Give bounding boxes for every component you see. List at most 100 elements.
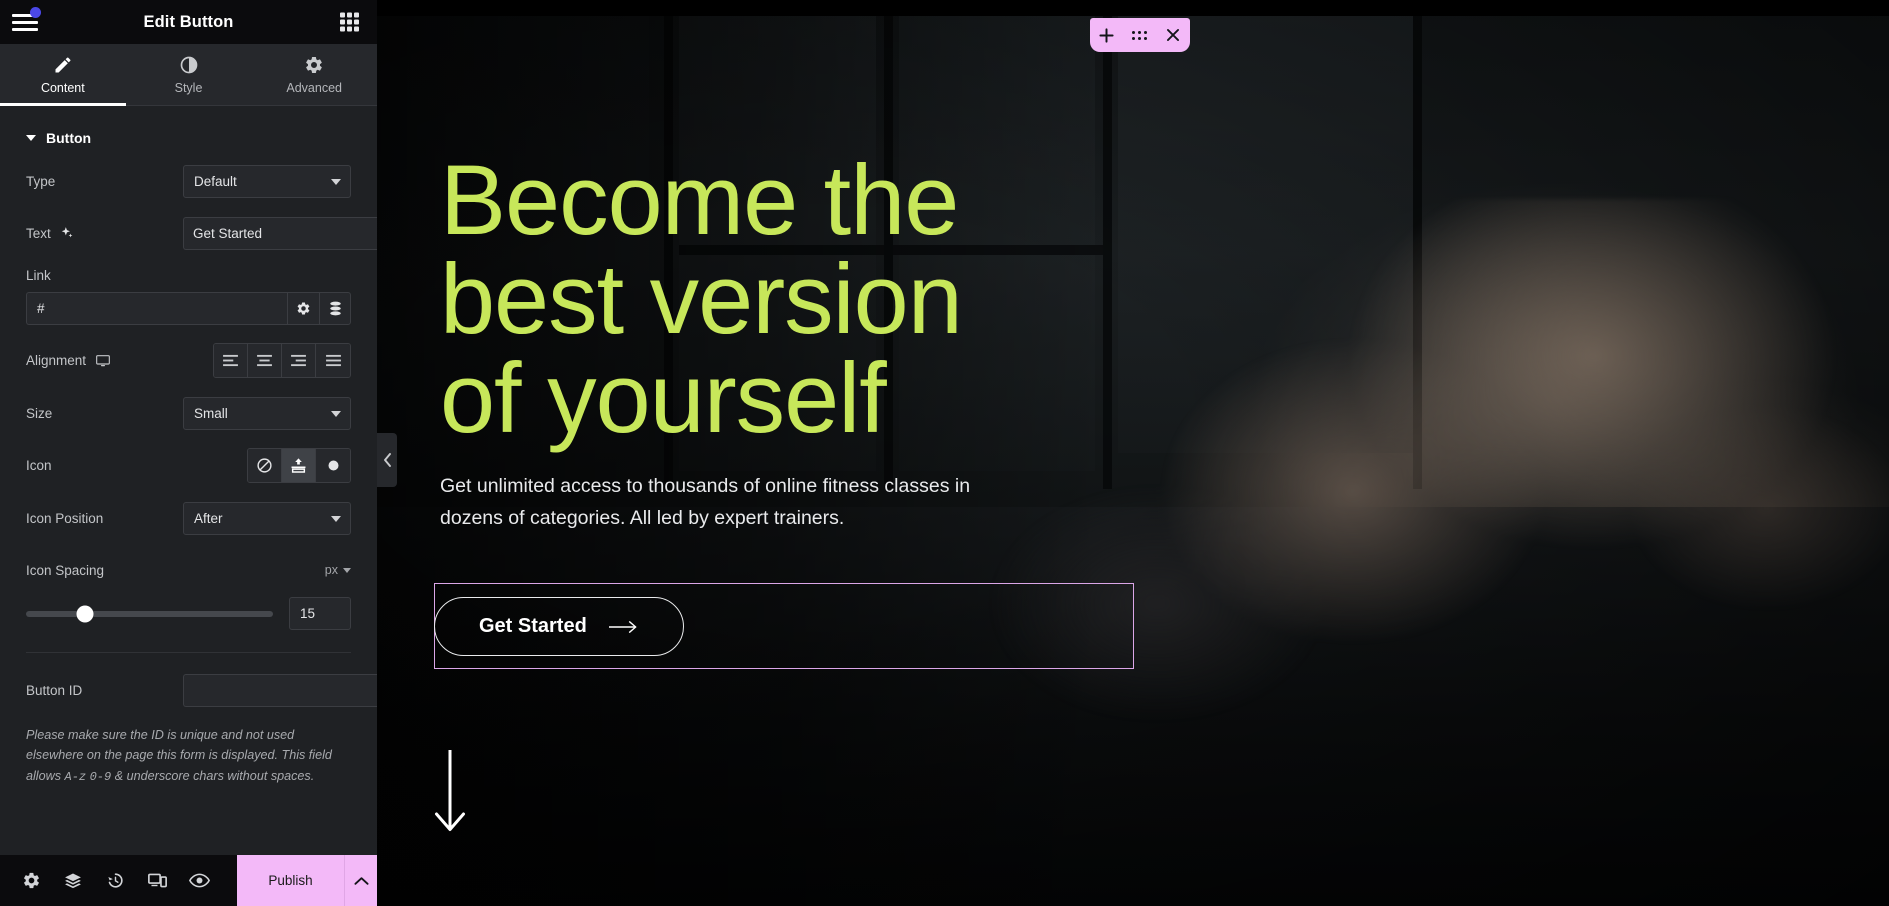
- size-label: Size: [26, 405, 53, 421]
- tab-advanced[interactable]: Advanced: [251, 44, 377, 105]
- button-id-input[interactable]: [183, 673, 377, 707]
- align-right-button[interactable]: [282, 344, 316, 377]
- preview-button[interactable]: [178, 855, 220, 906]
- text-input-group: [183, 216, 377, 250]
- gear-icon: [297, 302, 310, 315]
- row-button-id: Button ID: [26, 673, 377, 707]
- icon-spacing-number[interactable]: 15: [289, 597, 351, 630]
- icon-spacing-slider-row: 15: [26, 597, 351, 630]
- history-revisions-icon: [107, 873, 123, 888]
- apps-grid-icon[interactable]: [340, 12, 359, 32]
- alignment-label: Alignment: [26, 353, 111, 369]
- elementor-editor: Edit Button Content Style Advanced Butto…: [0, 0, 1889, 906]
- tab-style[interactable]: Style: [126, 44, 252, 105]
- icon-shape-circle-button[interactable]: [316, 449, 350, 482]
- shape-circle-icon: [328, 460, 338, 471]
- hamburger-menu-icon[interactable]: [12, 7, 41, 32]
- chevron-down-icon: [26, 135, 36, 141]
- none-circle-slash-icon: [257, 458, 272, 473]
- alignment-button-group: [213, 343, 351, 378]
- footer-icon-bar: [0, 855, 237, 906]
- panel-collapse-handle[interactable]: [377, 433, 397, 487]
- section-button-header[interactable]: Button: [26, 106, 351, 164]
- tab-content[interactable]: Content: [0, 44, 126, 106]
- sparkle-ai-icon[interactable]: [60, 226, 74, 240]
- align-center-icon: [257, 354, 272, 367]
- close-x-icon: [1167, 29, 1180, 41]
- icon-position-select[interactable]: After: [183, 501, 351, 535]
- tab-style-label: Style: [174, 80, 203, 95]
- preview-eye-icon: [188, 873, 210, 888]
- icon-spacing-unit: px: [324, 563, 338, 577]
- plus-icon: [1099, 27, 1114, 43]
- hero-subtitle: Get unlimited access to thousands of onl…: [440, 475, 971, 529]
- arrow-right-icon: [608, 620, 637, 633]
- publish-button[interactable]: Publish: [237, 855, 344, 906]
- type-label: Type: [26, 173, 56, 189]
- icon-spacing-slider[interactable]: [26, 605, 273, 622]
- icon-position-label: Icon Position: [26, 510, 104, 526]
- help-code-a: A-z: [64, 769, 87, 784]
- panel-footer: Publish: [0, 855, 377, 906]
- chevron-left-icon: [383, 453, 391, 467]
- row-type: Type Default: [26, 164, 351, 198]
- editor-canvas: Become the best version of yourself Get …: [377, 0, 1889, 906]
- section-button-label: Button: [46, 130, 92, 146]
- button-id-input-group: [183, 673, 377, 707]
- six-dot-drag-handle-icon: [1132, 30, 1148, 40]
- panel-header: Edit Button: [0, 0, 377, 44]
- link-dynamic-tags-icon[interactable]: [319, 292, 351, 325]
- link-options-gear-icon[interactable]: [287, 292, 319, 325]
- text-input[interactable]: [183, 216, 377, 250]
- drag-element-handle[interactable]: [1128, 23, 1152, 47]
- icon-label: Icon: [26, 458, 52, 473]
- canvas-top-strip: [377, 0, 1889, 16]
- layers-navigator-icon: [65, 873, 81, 888]
- panel-tabs: Content Style Advanced: [0, 44, 377, 106]
- icon-spacing-unit-toggle[interactable]: px: [325, 563, 351, 577]
- type-select[interactable]: Default: [183, 164, 351, 198]
- link-input[interactable]: [26, 292, 287, 325]
- chevron-down-icon: [343, 567, 351, 573]
- align-justify-button[interactable]: [316, 344, 350, 377]
- desktop-icon[interactable]: [95, 353, 111, 369]
- tab-content-label: Content: [40, 80, 85, 95]
- size-select[interactable]: Small: [183, 396, 351, 430]
- row-alignment: Alignment: [26, 343, 351, 378]
- hero-title: Become the best version of yourself: [440, 144, 963, 453]
- history-button[interactable]: [94, 855, 136, 906]
- publish-options-button[interactable]: [344, 855, 377, 906]
- database-cylinder-icon: [329, 301, 341, 316]
- icon-none-button[interactable]: [248, 449, 282, 482]
- notification-dot-icon: [30, 7, 41, 18]
- divider: [26, 652, 351, 653]
- align-center-button[interactable]: [248, 344, 282, 377]
- panel-body: Button Type Default Text Get Started Lin…: [0, 106, 377, 855]
- page-settings-button[interactable]: [10, 855, 52, 906]
- navigator-button[interactable]: [52, 855, 94, 906]
- row-icon-spacing: Icon Spacing px 15: [26, 553, 351, 630]
- responsive-mode-button[interactable]: [136, 855, 178, 906]
- help-c: & underscore chars without spaces.: [111, 768, 315, 783]
- arrow-down-icon: [435, 748, 465, 831]
- align-justify-icon: [325, 354, 341, 367]
- row-link: Link: [26, 268, 351, 325]
- align-left-button[interactable]: [214, 344, 248, 377]
- icon-spacing-value: 15: [300, 606, 316, 621]
- type-select-value: Default: [194, 173, 237, 189]
- hero-cta-button[interactable]: Get Started: [434, 597, 684, 656]
- chevron-down-icon: [331, 179, 341, 185]
- slider-knob[interactable]: [76, 605, 94, 622]
- link-input-group: [26, 292, 351, 325]
- text-label-text: Text: [26, 225, 51, 241]
- delete-element-button[interactable]: [1161, 23, 1185, 47]
- element-floating-toolbar: [1090, 18, 1190, 52]
- icon-upload-media-button[interactable]: [282, 449, 316, 482]
- button-id-help-text: Please make sure the ID is unique and no…: [26, 725, 351, 787]
- add-element-button[interactable]: [1095, 23, 1119, 47]
- row-icon: Icon: [26, 448, 351, 483]
- chevron-down-icon: [331, 411, 341, 417]
- responsive-mode-icon: [147, 873, 167, 888]
- row-icon-position: Icon Position After: [26, 501, 351, 535]
- align-left-icon: [223, 354, 238, 367]
